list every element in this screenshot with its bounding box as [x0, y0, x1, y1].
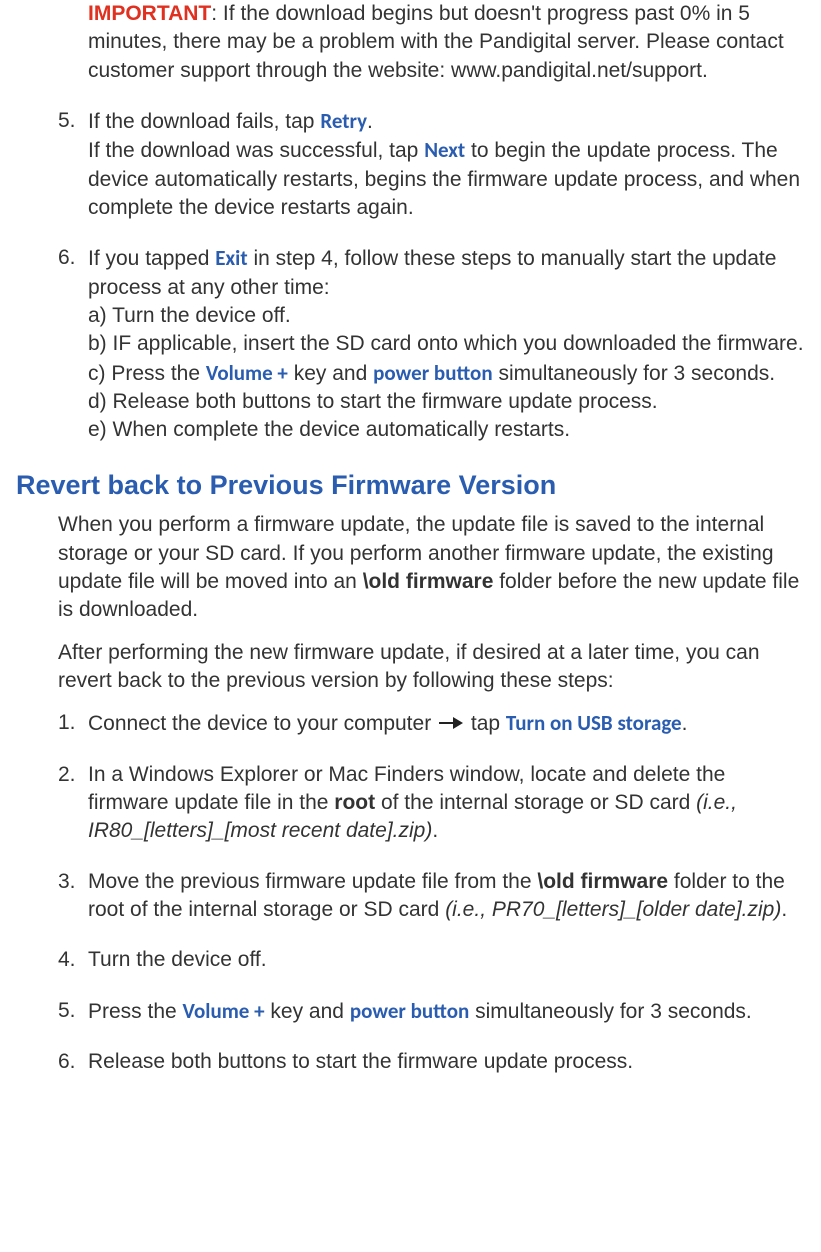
step-5: 5. If the download fails, tap Retry. If …	[16, 107, 805, 222]
revert-step-1-a: Connect the device to your computer	[88, 712, 437, 735]
revert-para-2: After performing the new firmware update…	[16, 639, 805, 696]
old-firmware-label-2: \old firmware	[537, 870, 668, 893]
revert-step-5-c: simultaneously for 3 seconds.	[469, 1000, 751, 1023]
revert-step-6-number: 6.	[58, 1048, 76, 1076]
next-label: Next	[424, 137, 465, 163]
step-6b: b) IF applicable, insert the SD card ont…	[88, 330, 805, 358]
revert-step-1-b: tap	[465, 712, 506, 735]
step-5-text-2a: If the download was successful, tap	[88, 139, 424, 162]
revert-step-3: 3. Move the previous firmware update fil…	[16, 868, 805, 925]
old-firmware-label: \old firmware	[363, 570, 494, 593]
revert-step-3-example: (i.e., PR70_[letters]_[older date].zip)	[445, 898, 781, 921]
revert-step-3-c: .	[781, 898, 787, 921]
step-5-text-1b: .	[367, 110, 373, 133]
step-6c-b: key and	[288, 362, 373, 385]
step-6e: e) When complete the device automaticall…	[88, 416, 805, 444]
step-6c-a: c) Press the	[88, 362, 206, 385]
revert-step-5-a: Press the	[88, 1000, 183, 1023]
power-button-label-2: power button	[350, 998, 469, 1024]
revert-step-2: 2. In a Windows Explorer or Mac Finders …	[16, 761, 805, 846]
important-label: IMPORTANT	[88, 2, 211, 25]
step-5-number: 5.	[58, 107, 76, 135]
step-4-important: IMPORTANT: If the download begins but do…	[16, 0, 805, 85]
usb-storage-label: Turn on USB storage	[506, 710, 682, 736]
step-6: 6. If you tapped Exit in step 4, follow …	[16, 244, 805, 444]
step-6a: a) Turn the device off.	[88, 302, 805, 330]
volume-plus-label: Volume +	[206, 360, 288, 386]
revert-step-1-c: .	[682, 712, 688, 735]
root-label: root	[334, 791, 375, 814]
document-content: IMPORTANT: If the download begins but do…	[16, 0, 805, 1076]
revert-heading: Revert back to Previous Firmware Version	[16, 467, 805, 503]
revert-step-6: 6. Release both buttons to start the fir…	[16, 1048, 805, 1076]
revert-step-1-number: 1.	[58, 709, 76, 737]
revert-step-1: 1. Connect the device to your computer t…	[16, 709, 805, 738]
revert-step-4: 4. Turn the device off.	[16, 946, 805, 974]
revert-step-2-c: .	[432, 819, 438, 842]
revert-step-4-number: 4.	[58, 946, 76, 974]
revert-step-4-a: Turn the device off.	[88, 948, 267, 971]
arrow-right-icon	[439, 712, 463, 730]
revert-step-3-a: Move the previous firmware update file f…	[88, 870, 537, 893]
revert-step-2-number: 2.	[58, 761, 76, 789]
volume-plus-label-2: Volume +	[183, 998, 265, 1024]
step-6-intro-a: If you tapped	[88, 247, 215, 270]
step-6-number: 6.	[58, 244, 76, 272]
revert-step-2-b: of the internal storage or SD card	[375, 791, 696, 814]
step-6c-c: simultaneously for 3 seconds.	[493, 362, 775, 385]
revert-step-5: 5. Press the Volume + key and power butt…	[16, 997, 805, 1026]
step-6d: d) Release both buttons to start the fir…	[88, 388, 805, 416]
revert-step-3-number: 3.	[58, 868, 76, 896]
step-5-text-1a: If the download fails, tap	[88, 110, 320, 133]
power-button-label: power button	[373, 360, 492, 386]
revert-step-5-number: 5.	[58, 997, 76, 1025]
revert-step-5-b: key and	[265, 1000, 350, 1023]
retry-label: Retry	[320, 108, 367, 134]
revert-para-1: When you perform a firmware update, the …	[16, 511, 805, 624]
revert-step-6-a: Release both buttons to start the firmwa…	[88, 1050, 633, 1073]
exit-label: Exit	[215, 245, 247, 271]
